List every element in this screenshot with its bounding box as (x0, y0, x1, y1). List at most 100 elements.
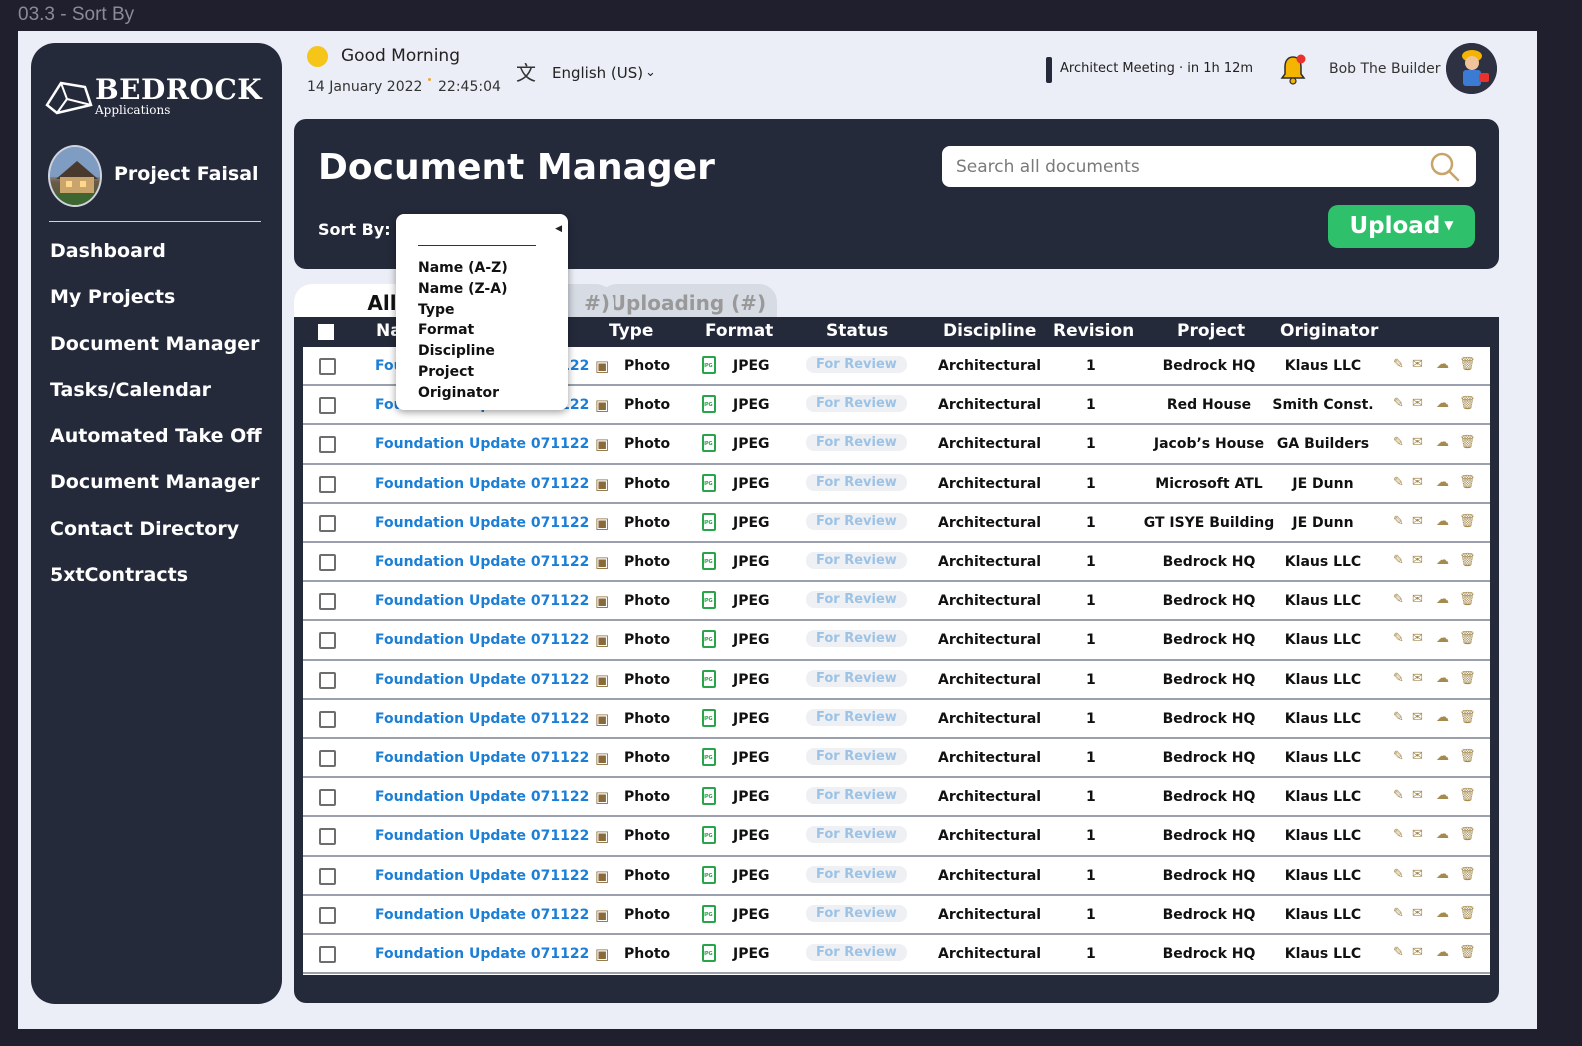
trash-icon[interactable]: 🗑 (1459, 906, 1476, 921)
document-name-link[interactable]: Foundation Update 071122 (375, 828, 589, 844)
table-row[interactable]: Foundation Update 071122 ▣ Photo JPEG For Re… (303, 543, 1490, 583)
email-icon[interactable]: ✉ (1412, 671, 1423, 686)
row-checkbox[interactable] (319, 828, 336, 846)
table-row[interactable]: Foundation Update 071122 ▣ Photo JPEG For Re… (303, 739, 1490, 779)
sort-option-discipline[interactable]: Discipline (418, 341, 508, 362)
edit-icon[interactable]: ✎ (1393, 788, 1404, 803)
email-icon[interactable]: ✉ (1412, 553, 1423, 568)
column-header-originator[interactable]: Originator (1280, 321, 1378, 341)
trash-icon[interactable]: 🗑 (1459, 631, 1476, 646)
download-icon[interactable]: ☁ (1436, 827, 1449, 842)
trash-icon[interactable]: 🗑 (1459, 788, 1476, 803)
document-name-link[interactable]: Foundation Update 071122 (375, 476, 589, 492)
table-row[interactable]: Foundation Update 071122 ▣ Photo JPEG For Re… (303, 896, 1490, 935)
download-icon[interactable]: ☁ (1436, 788, 1449, 803)
sort-dropdown[interactable]: ◀ Name (A-Z) Name (Z-A) Type Format Disc… (396, 214, 568, 410)
row-checkbox[interactable] (319, 750, 336, 767)
row-checkbox[interactable] (319, 436, 336, 454)
sidebar-item-tasks-calendar[interactable]: Tasks/Calendar (50, 378, 262, 424)
tab-uploading[interactable]: Uploading (#) (599, 284, 777, 318)
download-icon[interactable]: ☁ (1436, 945, 1449, 960)
chevron-down-icon[interactable]: ⌄ (645, 65, 656, 80)
edit-icon[interactable]: ✎ (1393, 396, 1404, 411)
column-header-status[interactable]: Status (826, 321, 888, 341)
email-icon[interactable]: ✉ (1412, 396, 1423, 411)
trash-icon[interactable]: 🗑 (1459, 945, 1476, 960)
edit-icon[interactable]: ✎ (1393, 357, 1404, 372)
download-icon[interactable]: ☁ (1436, 592, 1449, 607)
sort-option-name-az[interactable]: Name (A-Z) (418, 258, 508, 279)
download-icon[interactable]: ☁ (1436, 671, 1449, 686)
row-checkbox[interactable] (319, 710, 336, 728)
edit-icon[interactable]: ✎ (1393, 435, 1404, 450)
download-icon[interactable]: ☁ (1436, 710, 1449, 725)
upload-button[interactable]: Upload ▼ (1328, 205, 1475, 248)
download-icon[interactable]: ☁ (1436, 867, 1449, 882)
table-row[interactable]: Foundation Update 071122 ▣ Photo JPEG For Re… (303, 857, 1490, 896)
edit-icon[interactable]: ✎ (1393, 514, 1404, 529)
document-name-link[interactable]: Foundation Update 071122 (375, 672, 589, 688)
document-name-link[interactable]: Foundation Update 071122 (375, 946, 589, 962)
trash-icon[interactable]: 🗑 (1459, 749, 1476, 764)
search-icon[interactable] (1428, 150, 1462, 184)
sidebar-item-document-manager-2[interactable]: Document Manager (50, 470, 262, 516)
email-icon[interactable]: ✉ (1412, 710, 1423, 725)
email-icon[interactable]: ✉ (1412, 867, 1423, 882)
table-row[interactable]: Foundation Update 071122 ▣ Photo JPEG For Re… (303, 465, 1490, 504)
trash-icon[interactable]: 🗑 (1459, 475, 1476, 490)
column-header-revision[interactable]: Revision (1053, 321, 1134, 341)
email-icon[interactable]: ✉ (1412, 945, 1423, 960)
document-name-link[interactable]: Foundation Update 071122 (375, 789, 589, 805)
table-row[interactable]: Foundation Update 071122 ▣ Photo JPEG For Re… (303, 817, 1490, 857)
upcoming-meeting[interactable]: Architect Meeting · in 1h 12m (1060, 61, 1253, 76)
language-selector[interactable]: English (US) (552, 64, 643, 82)
row-checkbox[interactable] (319, 867, 336, 885)
select-all-checkbox[interactable] (318, 324, 334, 340)
trash-icon[interactable]: 🗑 (1459, 553, 1476, 568)
row-checkbox[interactable] (319, 475, 336, 493)
email-icon[interactable]: ✉ (1412, 906, 1423, 921)
document-name-link[interactable]: Foundation Update 071122 (375, 554, 589, 570)
download-icon[interactable]: ☁ (1436, 514, 1449, 529)
row-checkbox[interactable] (319, 632, 336, 650)
download-icon[interactable]: ☁ (1436, 435, 1449, 450)
table-row[interactable]: Foundation Update 071122 ▣ Photo JPEG For Re… (303, 778, 1490, 818)
edit-icon[interactable]: ✎ (1393, 592, 1404, 607)
table-row[interactable]: Foundation Update 071122 ▣ Photo JPEG For Re… (303, 621, 1490, 661)
download-icon[interactable]: ☁ (1436, 906, 1449, 921)
email-icon[interactable]: ✉ (1412, 788, 1423, 803)
document-name-link[interactable]: Foundation Update 071122 (375, 868, 589, 884)
email-icon[interactable]: ✉ (1412, 827, 1423, 842)
row-checkbox[interactable] (319, 671, 336, 689)
edit-icon[interactable]: ✎ (1393, 906, 1404, 921)
edit-icon[interactable]: ✎ (1393, 749, 1404, 764)
column-header-discipline[interactable]: Discipline (943, 321, 1036, 341)
download-icon[interactable]: ☁ (1436, 396, 1449, 411)
sort-option-type[interactable]: Type (418, 300, 508, 321)
email-icon[interactable]: ✉ (1412, 435, 1423, 450)
brand-logo[interactable]: BEDROCK Applications (43, 73, 273, 121)
row-checkbox[interactable] (319, 946, 336, 963)
table-row[interactable]: Foundation Update 071122 ▣ Photo JPEG For Re… (303, 700, 1490, 739)
column-header-format[interactable]: Format (705, 321, 773, 341)
trash-icon[interactable]: 🗑 (1459, 435, 1476, 450)
email-icon[interactable]: ✉ (1412, 592, 1423, 607)
trash-icon[interactable]: 🗑 (1459, 396, 1476, 411)
user-name[interactable]: Bob The Builder (1329, 61, 1441, 77)
edit-icon[interactable]: ✎ (1393, 710, 1404, 725)
caret-left-icon[interactable]: ◀ (555, 224, 562, 234)
row-checkbox[interactable] (319, 358, 336, 375)
email-icon[interactable]: ✉ (1412, 749, 1423, 764)
document-name-link[interactable]: Foundation Update 071122 (375, 907, 589, 923)
download-icon[interactable]: ☁ (1436, 553, 1449, 568)
trash-icon[interactable]: 🗑 (1459, 592, 1476, 607)
email-icon[interactable]: ✉ (1412, 631, 1423, 646)
search-input[interactable] (956, 154, 1416, 180)
sidebar-item-contact-directory[interactable]: Contact Directory (50, 517, 262, 563)
table-row[interactable]: Foundation Update 071122 ▣ Photo JPEG For Re… (303, 935, 1490, 975)
column-header-type[interactable]: Type (609, 321, 653, 341)
row-checkbox[interactable] (319, 397, 336, 415)
sidebar-item-5xtcontracts[interactable]: 5xtContracts (50, 563, 262, 609)
sort-option-name-za[interactable]: Name (Z-A) (418, 279, 508, 300)
translate-icon[interactable]: 文 (516, 57, 536, 86)
